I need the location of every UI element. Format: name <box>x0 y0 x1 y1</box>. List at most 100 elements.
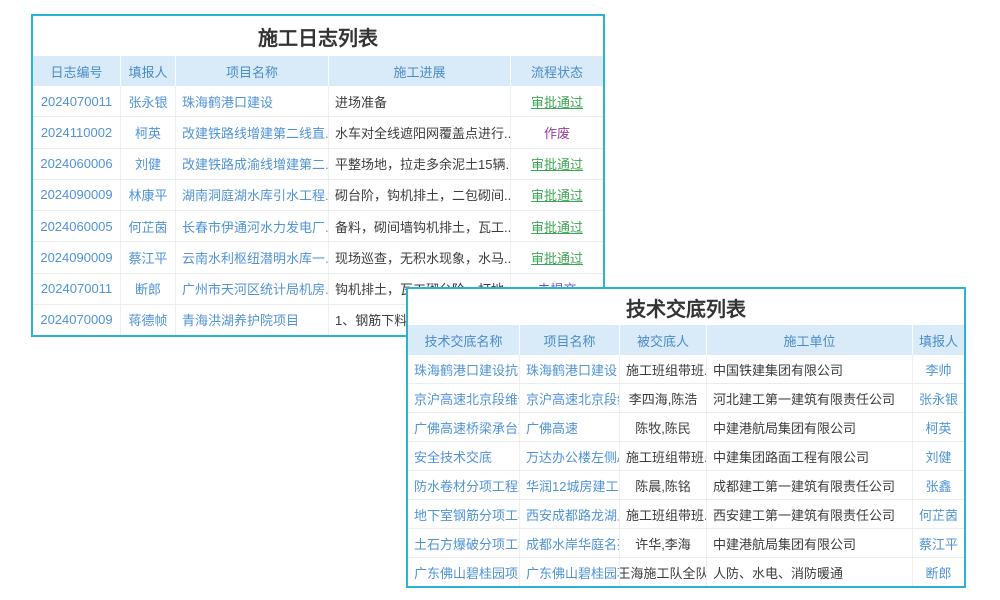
tech-col-header-unit: 施工单位 <box>707 325 913 355</box>
log-progress-text: 进场准备 <box>329 86 511 116</box>
tech-project-link[interactable]: 西安成都路龙湖上... <box>520 500 620 528</box>
log-id-link[interactable]: 2024110002 <box>33 117 121 147</box>
construction-log-header-row: 日志编号 填报人 项目名称 施工进展 流程状态 <box>33 56 603 86</box>
tech-table-row: 地下室钢筋分项工程... 西安成都路龙湖上... 施工班组带班... 西安建工第… <box>408 500 964 529</box>
log-status-link[interactable]: 审批通过 <box>511 86 603 116</box>
log-id-link[interactable]: 2024060005 <box>33 211 121 241</box>
log-project-link[interactable]: 湖南洞庭湖水库引水工程... <box>176 180 329 210</box>
log-status-link[interactable]: 审批通过 <box>511 242 603 272</box>
tech-disclosure-body: 珠海鹤港口建设抗浮... 珠海鹤港口建设 施工班组带班... 中国铁建集团有限公… <box>408 355 964 586</box>
log-status-link[interactable]: 审批通过 <box>511 149 603 179</box>
tech-name-link[interactable]: 土石方爆破分项工程... <box>408 529 520 557</box>
tech-reporter-link[interactable]: 李帅 <box>913 355 964 383</box>
tech-table-row: 广佛高速桥梁承台施... 广佛高速 陈牧,陈民 中建港航局集团有限公司 柯英 <box>408 413 964 442</box>
log-reporter-link[interactable]: 张永银 <box>121 86 176 116</box>
log-id-link[interactable]: 2024090009 <box>33 180 121 210</box>
log-table-row: 2024090009 蔡江平 云南水利枢纽潜明水库一... 现场巡查，无积水现象… <box>33 242 603 273</box>
tech-reporter-link[interactable]: 张鑫 <box>913 471 964 499</box>
log-project-link[interactable]: 广州市天河区统计局机房... <box>176 274 329 304</box>
log-progress-text: 平整场地，拉走多余泥土15辆... <box>329 149 511 179</box>
tech-person-text: 施工班组带班... <box>620 355 707 383</box>
tech-reporter-link[interactable]: 刘健 <box>913 442 964 470</box>
log-project-link[interactable]: 长春市伊通河水力发电厂... <box>176 211 329 241</box>
log-id-link[interactable]: 2024070011 <box>33 274 121 304</box>
tech-person-text: 李四海,陈浩 <box>620 384 707 412</box>
tech-name-link[interactable]: 安全技术交底 <box>408 442 520 470</box>
tech-project-link[interactable]: 广东佛山碧桂园项目 <box>520 558 620 586</box>
tech-name-link[interactable]: 地下室钢筋分项工程... <box>408 500 520 528</box>
tech-table-row: 京沪高速北京段维修... 京沪高速北京段维修 李四海,陈浩 河北建工第一建筑有限… <box>408 384 964 413</box>
log-status-link[interactable]: 审批通过 <box>511 180 603 210</box>
log-col-header-status: 流程状态 <box>511 56 603 86</box>
tech-col-header-reporter: 填报人 <box>913 325 964 355</box>
tech-name-link[interactable]: 广佛高速桥梁承台施... <box>408 413 520 441</box>
log-project-link[interactable]: 改建铁路成渝线增建第二... <box>176 149 329 179</box>
tech-project-link[interactable]: 万达办公楼左侧A... <box>520 442 620 470</box>
tech-reporter-link[interactable]: 何芷茵 <box>913 500 964 528</box>
tech-reporter-link[interactable]: 蔡江平 <box>913 529 964 557</box>
tech-disclosure-header-row: 技术交底名称 项目名称 被交底人 施工单位 填报人 <box>408 325 964 355</box>
tech-table-row: 安全技术交底 万达办公楼左侧A... 施工班组带班... 中建集团路面工程有限公… <box>408 442 964 471</box>
log-reporter-link[interactable]: 蔡江平 <box>121 242 176 272</box>
log-id-link[interactable]: 2024070009 <box>33 305 121 335</box>
tech-name-link[interactable]: 京沪高速北京段维修... <box>408 384 520 412</box>
tech-person-text: 王海施工队全队 <box>620 558 707 586</box>
tech-unit-text: 中建集团路面工程有限公司 <box>707 442 913 470</box>
log-col-header-reporter: 填报人 <box>121 56 176 86</box>
log-col-header-id: 日志编号 <box>33 56 121 86</box>
log-reporter-link[interactable]: 刘健 <box>121 149 176 179</box>
tech-project-link[interactable]: 京沪高速北京段维修 <box>520 384 620 412</box>
log-reporter-link[interactable]: 林康平 <box>121 180 176 210</box>
tech-col-header-project: 项目名称 <box>520 325 620 355</box>
tech-unit-text: 中建港航局集团有限公司 <box>707 529 913 557</box>
tech-person-text: 施工班组带班... <box>620 442 707 470</box>
tech-project-link[interactable]: 华润12城房建工... <box>520 471 620 499</box>
tech-reporter-link[interactable]: 断郎 <box>913 558 964 586</box>
log-reporter-link[interactable]: 断郎 <box>121 274 176 304</box>
tech-name-link[interactable]: 广东佛山碧桂园项目... <box>408 558 520 586</box>
log-reporter-link[interactable]: 柯英 <box>121 117 176 147</box>
log-id-link[interactable]: 2024090009 <box>33 242 121 272</box>
tech-project-link[interactable]: 珠海鹤港口建设 <box>520 355 620 383</box>
log-project-link[interactable]: 珠海鹤港口建设 <box>176 86 329 116</box>
tech-name-link[interactable]: 防水卷材分项工程施... <box>408 471 520 499</box>
tech-person-text: 许华,李海 <box>620 529 707 557</box>
tech-person-text: 施工班组带班... <box>620 500 707 528</box>
log-col-header-progress: 施工进展 <box>329 56 511 86</box>
page-canvas: 施工日志列表 日志编号 填报人 项目名称 施工进展 流程状态 202407001… <box>0 0 1000 600</box>
log-project-link[interactable]: 云南水利枢纽潜明水库一... <box>176 242 329 272</box>
tech-unit-text: 河北建工第一建筑有限责任公司 <box>707 384 913 412</box>
log-project-link[interactable]: 改建铁路线增建第二线直... <box>176 117 329 147</box>
log-table-row: 2024060005 何芷茵 长春市伊通河水力发电厂... 备料，砌间墙钩机排土… <box>33 211 603 242</box>
log-progress-text: 备料，砌间墙钩机排土，瓦工... <box>329 211 511 241</box>
log-id-link[interactable]: 2024060006 <box>33 149 121 179</box>
log-progress-text: 砌台阶，钩机排土，二包砌间... <box>329 180 511 210</box>
tech-unit-text: 西安建工第一建筑有限责任公司 <box>707 500 913 528</box>
log-status-text: 作废 <box>511 117 603 147</box>
log-col-header-project: 项目名称 <box>176 56 329 86</box>
tech-unit-text: 成都建工第一建筑有限责任公司 <box>707 471 913 499</box>
log-reporter-link[interactable]: 何芷茵 <box>121 211 176 241</box>
tech-name-link[interactable]: 珠海鹤港口建设抗浮... <box>408 355 520 383</box>
tech-unit-text: 人防、水电、消防暖通 <box>707 558 913 586</box>
tech-unit-text: 中建港航局集团有限公司 <box>707 413 913 441</box>
tech-person-text: 陈晨,陈铭 <box>620 471 707 499</box>
log-project-link[interactable]: 青海洪湖养护院项目 <box>176 305 329 335</box>
log-reporter-link[interactable]: 蒋德帧 <box>121 305 176 335</box>
log-table-row: 2024090009 林康平 湖南洞庭湖水库引水工程... 砌台阶，钩机排土，二… <box>33 180 603 211</box>
log-table-row: 2024060006 刘健 改建铁路成渝线增建第二... 平整场地，拉走多余泥土… <box>33 149 603 180</box>
tech-table-row: 土石方爆破分项工程... 成都水岸华庭名苑... 许华,李海 中建港航局集团有限… <box>408 529 964 558</box>
log-status-link[interactable]: 审批通过 <box>511 211 603 241</box>
log-id-link[interactable]: 2024070011 <box>33 86 121 116</box>
tech-reporter-link[interactable]: 柯英 <box>913 413 964 441</box>
tech-col-header-name: 技术交底名称 <box>408 325 520 355</box>
tech-table-row: 防水卷材分项工程施... 华润12城房建工... 陈晨,陈铭 成都建工第一建筑有… <box>408 471 964 500</box>
tech-project-link[interactable]: 成都水岸华庭名苑... <box>520 529 620 557</box>
log-table-row: 2024070011 张永银 珠海鹤港口建设 进场准备 审批通过 <box>33 86 603 117</box>
tech-disclosure-title: 技术交底列表 <box>408 289 964 325</box>
tech-project-link[interactable]: 广佛高速 <box>520 413 620 441</box>
tech-col-header-person: 被交底人 <box>620 325 707 355</box>
log-progress-text: 现场巡查，无积水现象，水马... <box>329 242 511 272</box>
tech-reporter-link[interactable]: 张永银 <box>913 384 964 412</box>
log-progress-text: 水车对全线遮阳网覆盖点进行... <box>329 117 511 147</box>
